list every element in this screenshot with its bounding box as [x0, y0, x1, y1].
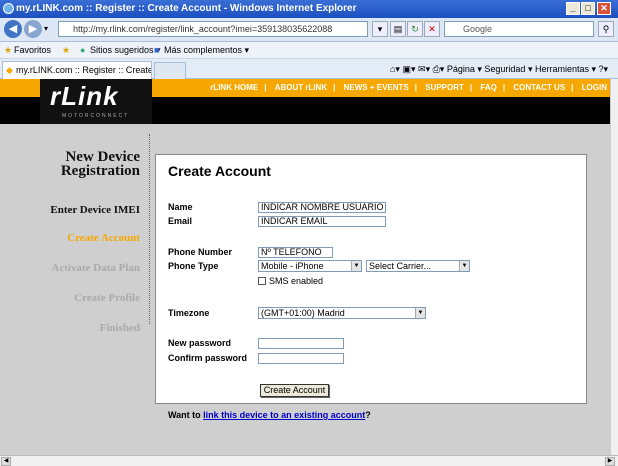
chevron-down-icon: ▼ [459, 261, 469, 271]
link-existing-account-link[interactable]: link this device to an existing account [203, 410, 365, 420]
nav-link-about[interactable]: ABOUT rLINK [272, 83, 330, 92]
address-bar[interactable]: http://my.rlink.com/register/link_accoun… [58, 21, 368, 37]
suggested-sites-link[interactable]: Sitios sugeridos ▾ [90, 42, 161, 59]
phone-number-field[interactable]: Nº TELEFONO [258, 247, 333, 258]
window-title: my.rLINK.com :: Register :: Create Accou… [16, 3, 357, 14]
sidebar-title: New Device Registration [10, 149, 140, 179]
sidebar-title-line2: Registration [60, 163, 140, 179]
phone-type-select[interactable]: Mobile - iPhone ▼ [258, 260, 362, 272]
scroll-right-icon[interactable]: ▶ [605, 457, 615, 466]
navigation-bar: ◀ ▶ ▾ http://my.rlink.com/register/link_… [0, 18, 618, 42]
page-viewport: rLink MOTORCONNECT rLINK HOME | ABOUT rLI… [0, 79, 610, 455]
page-menu[interactable]: Página ▾ [447, 64, 482, 74]
sidebar-title-line1: New Device [65, 149, 140, 165]
chevron-down-icon: ▼ [415, 308, 425, 318]
tab-title: my.rLINK.com :: Register :: Create Accou… [16, 65, 152, 75]
phone-type-value: Mobile - iPhone [261, 261, 324, 271]
maximize-button[interactable]: □ [581, 2, 595, 15]
home-icon[interactable]: ⌂▾ [390, 64, 400, 74]
security-menu[interactable]: Seguridad ▾ [484, 64, 532, 74]
link-existing-account-text: Want to link this device to an existing … [168, 410, 371, 420]
logo-subtext: MOTORCONNECT [62, 113, 130, 119]
tools-menu[interactable]: Herramientas ▾ [535, 64, 596, 74]
recent-pages-icon[interactable]: ▾ [44, 24, 48, 33]
phone-number-label: Phone Number [168, 247, 233, 257]
favorites-bar: ★ Favoritos ★ ● Sitios sugeridos ▾ ■ Más… [0, 42, 618, 59]
site-favicon-icon: ◆ [6, 65, 13, 75]
site-logo[interactable]: rLink MOTORCONNECT [40, 79, 152, 124]
compatibility-icon[interactable]: ▤ [390, 21, 406, 37]
name-label: Name [168, 202, 193, 212]
create-account-form: Create Account Name INDICAR NOMBRE USUAR… [155, 154, 587, 420]
registration-sidebar: New Device Registration Enter Device IME… [0, 124, 150, 454]
more-addons-link[interactable]: Más complementos ▾ [164, 42, 249, 59]
window-title-bar: my.rLINK.com :: Register :: Create Accou… [0, 0, 618, 18]
tab-active[interactable]: ◆ my.rLINK.com :: Register :: Create Acc… [2, 61, 152, 79]
scroll-left-icon[interactable]: ◀ [1, 457, 11, 466]
timezone-value: (GMT+01:00) Madrid [261, 308, 345, 318]
logo-text: rLink [50, 81, 119, 111]
name-field[interactable]: INDICAR NOMBRE USUARIO [258, 202, 386, 213]
horizontal-scrollbar[interactable]: ◀ ▶ [0, 455, 618, 466]
suggested-sites-icon: ● [80, 45, 86, 55]
sidebar-divider [149, 134, 150, 324]
form-heading: Create Account [168, 163, 271, 179]
chevron-down-icon: ▼ [351, 261, 361, 271]
command-bar: ⌂▾ ▣▾ ✉▾ ⎙▾ Página ▾ Seguridad ▾ Herrami… [390, 59, 608, 79]
new-tab-button[interactable] [154, 62, 186, 79]
step-create-profile: Create Profile [74, 292, 140, 304]
ie-logo-icon [3, 3, 14, 14]
address-text: http://my.rlink.com/register/link_accoun… [73, 24, 333, 34]
mail-icon[interactable]: ✉▾ [418, 64, 430, 74]
favorites-button[interactable]: Favoritos [14, 42, 51, 59]
carrier-select[interactable]: Select Carrier... ▼ [366, 260, 470, 272]
confirm-password-label: Confirm password [168, 353, 248, 363]
refresh-icon[interactable]: ↻ [407, 21, 423, 37]
add-favorite-icon[interactable]: ★ [62, 42, 70, 59]
step-finished: Finished [99, 322, 140, 334]
close-window-button[interactable]: ✕ [597, 2, 611, 15]
sms-enabled-checkbox[interactable] [258, 277, 266, 285]
step-create-account: Create Account [67, 232, 140, 244]
search-input[interactable]: Google [444, 21, 594, 37]
nav-link-support[interactable]: SUPPORT [422, 83, 467, 92]
feeds-icon[interactable]: ▣▾ [402, 64, 415, 74]
email-field[interactable]: INDICAR EMAIL [258, 216, 386, 227]
timezone-select[interactable]: (GMT+01:00) Madrid ▼ [258, 307, 426, 319]
footer-suffix: ? [365, 410, 371, 420]
address-dropdown-icon[interactable]: ▾ [372, 21, 388, 37]
new-password-field[interactable] [258, 338, 344, 349]
carrier-value: Select Carrier... [369, 261, 432, 271]
forward-button[interactable]: ▶ [24, 20, 42, 38]
search-icon[interactable]: ⚲ [598, 21, 614, 37]
step-enter-imei: Enter Device IMEI [50, 204, 140, 216]
stop-icon[interactable]: ✕ [424, 21, 440, 37]
timezone-label: Timezone [168, 308, 210, 318]
new-password-label: New password [168, 338, 232, 348]
create-account-button[interactable]: Create Account [260, 384, 329, 397]
nav-link-faq[interactable]: FAQ [477, 83, 499, 92]
step-activate-data-plan: Activate Data Plan [51, 262, 140, 274]
vertical-scrollbar[interactable] [610, 79, 618, 455]
help-icon[interactable]: ?▾ [599, 64, 609, 74]
print-icon[interactable]: ⎙▾ [433, 64, 445, 74]
top-nav: rLINK HOME | ABOUT rLINK | NEWS + EVENTS | … [207, 79, 610, 97]
nav-link-login[interactable]: LOGIN [579, 83, 610, 92]
site-header: rLink MOTORCONNECT rLINK HOME | ABOUT rLI… [0, 79, 610, 124]
favorites-star-icon: ★ [4, 45, 13, 55]
sms-enabled-label: SMS enabled [269, 276, 324, 286]
nav-link-news[interactable]: NEWS + EVENTS [341, 83, 412, 92]
nav-link-contact[interactable]: CONTACT US [510, 83, 568, 92]
confirm-password-field[interactable] [258, 353, 344, 364]
phone-type-label: Phone Type [168, 261, 219, 271]
footer-prefix: Want to [168, 410, 204, 420]
tab-bar: ◆ my.rLINK.com :: Register :: Create Acc… [0, 59, 618, 79]
nav-link-home[interactable]: rLINK HOME [207, 83, 261, 92]
addons-icon: ■ [154, 45, 160, 55]
back-button[interactable]: ◀ [4, 20, 22, 38]
minimize-button[interactable]: _ [566, 2, 580, 15]
search-provider-label: Google [463, 24, 493, 34]
email-label: Email [168, 216, 193, 226]
